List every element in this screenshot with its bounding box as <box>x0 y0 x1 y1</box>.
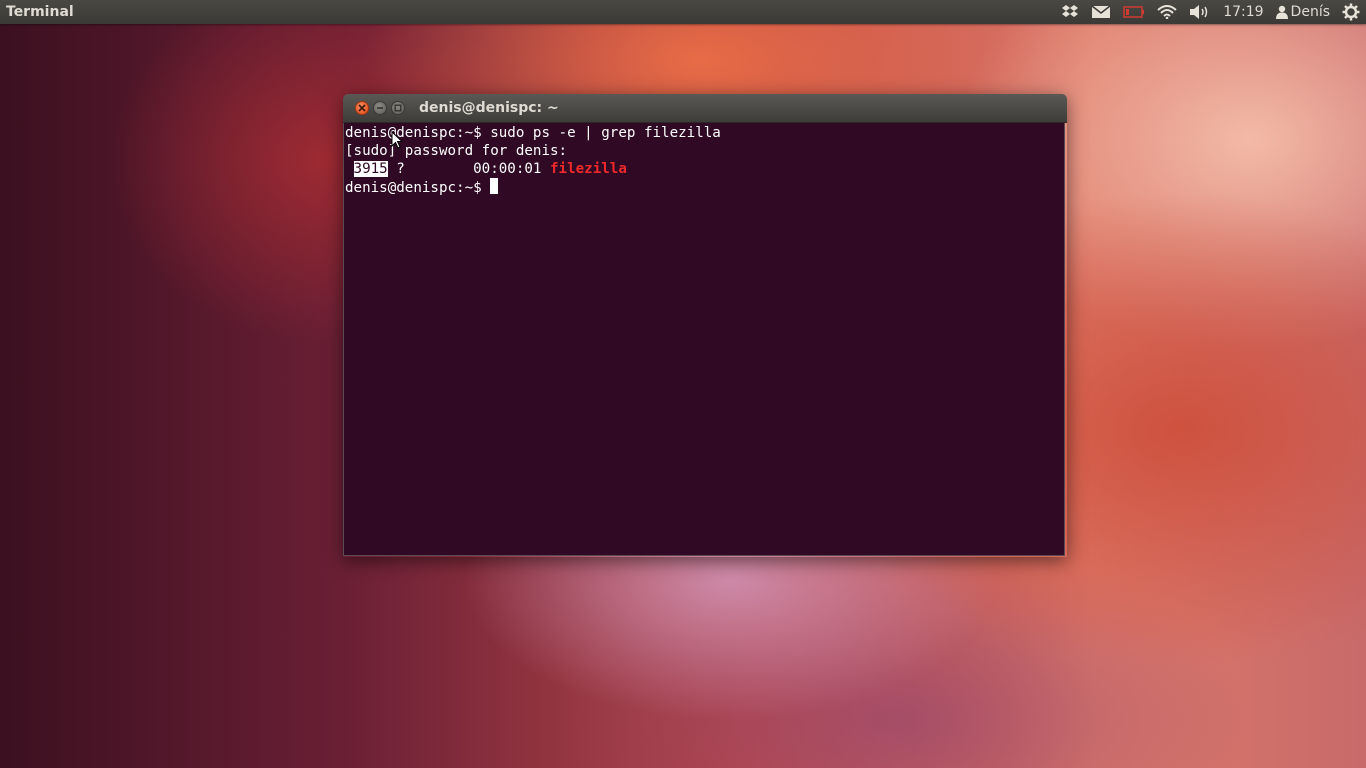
dropbox-icon[interactable] <box>1055 0 1085 24</box>
terminal-line-sudo: [sudo] password for denis: <box>345 143 568 159</box>
minimize-button[interactable] <box>373 101 387 115</box>
user-menu[interactable]: Denís <box>1270 4 1336 20</box>
mail-icon[interactable] <box>1085 0 1117 24</box>
user-name: Denís <box>1290 4 1330 20</box>
gear-icon[interactable] <box>1336 0 1366 24</box>
close-button[interactable] <box>355 101 369 115</box>
user-icon <box>1275 5 1288 19</box>
terminal-window[interactable]: denis@denispc: ~ denis@denispc:~$ sudo p… <box>343 94 1067 557</box>
maximize-button[interactable] <box>391 101 405 115</box>
volume-icon[interactable] <box>1183 0 1217 24</box>
terminal-line-prompt[interactable]: denis@denispc:~$ <box>345 178 1064 196</box>
process-name: filezilla <box>550 161 627 177</box>
text-cursor <box>490 178 499 194</box>
window-title: denis@denispc: ~ <box>419 100 559 116</box>
minimize-icon <box>377 107 383 109</box>
wifi-icon[interactable] <box>1151 0 1183 24</box>
close-icon <box>358 104 366 112</box>
top-panel: Terminal 17:19 Denís <box>0 0 1366 24</box>
terminal-line-command: denis@denispc:~$ sudo ps -e | grep filez… <box>345 125 721 141</box>
mouse-pointer-icon <box>391 131 403 149</box>
prompt: denis@denispc:~$ <box>345 180 491 196</box>
process-info: ? 00:00:01 <box>387 161 551 177</box>
maximize-icon <box>394 104 402 112</box>
indicator-area: 17:19 Denís <box>1055 0 1366 24</box>
clock[interactable]: 17:19 <box>1217 4 1269 20</box>
terminal-output[interactable]: denis@denispc:~$ sudo ps -e | grep filez… <box>343 123 1065 556</box>
selected-pid[interactable]: 3915 <box>353 161 388 177</box>
active-app-title: Terminal <box>6 4 74 20</box>
terminal-line-process: 3915 ? 00:00:01 filezilla <box>345 160 1064 178</box>
window-titlebar[interactable]: denis@denispc: ~ <box>343 94 1067 123</box>
battery-icon[interactable] <box>1117 0 1151 24</box>
